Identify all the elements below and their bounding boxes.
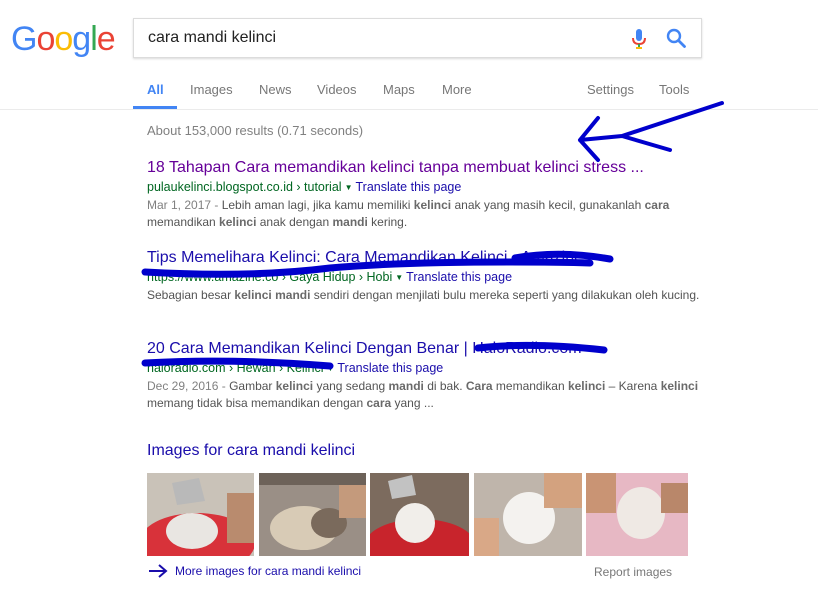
tab-more[interactable]: More [442,82,472,97]
result-url: haloradio.com › Hewan › Kelinci ▼ Translat… [147,359,707,378]
rabbit-thumbnail[interactable] [586,473,688,556]
snippet-highlight: kelinci [567,379,606,393]
result-date: Dec 29, 2016 - [147,379,230,393]
translate-link[interactable]: Translate this page [406,270,512,284]
result-stats: About 153,000 results (0.71 seconds) [147,123,364,138]
report-images-link[interactable]: Report images [594,565,672,579]
tab-videos[interactable]: Videos [317,82,357,97]
rabbit-thumbnail[interactable] [370,473,469,556]
search-result: 20 Cara Memandikan Kelinci Dengan Benar … [147,339,707,412]
annotation-arrow-icon [578,101,724,162]
tab-settings[interactable]: Settings [587,82,634,97]
active-tab-indicator [133,106,177,109]
result-url-text: pulaukelinci.blogspot.co.id › tutorial [147,180,342,194]
snippet-text: memang tidak bisa memandikan dengan [147,396,367,410]
more-images-label: More images for cara mandi kelinci [175,564,362,578]
translate-link[interactable]: Translate this page [337,361,443,375]
more-images-link[interactable]: More images for cara mandi kelinci [147,564,361,578]
rabbit-thumbnail[interactable] [259,473,366,556]
snippet-highlight: mandi [332,215,368,229]
logo-letter: o [54,20,73,58]
snippet-highlight: cara [644,198,670,212]
dropdown-arrow-icon[interactable]: ▼ [326,364,334,373]
search-input[interactable] [148,29,608,47]
snippet-text: yang ... [391,396,434,410]
logo-letter: e [96,20,116,58]
snippet-highlight: cara [366,396,392,410]
search-box [133,18,702,58]
tab-tools[interactable]: Tools [659,82,689,97]
image-thumbnails [147,473,688,556]
snippet-text: sendiri dengan menjilati bulu mereka sep… [310,288,700,302]
snippet-highlight: kelinci [660,379,699,393]
result-snippet: Mar 1, 2017 - Lebih aman lagi, jika kamu… [147,197,707,231]
snippet-text: memandikan [147,215,220,229]
rabbit-thumbnail[interactable] [147,473,254,556]
snippet-text: Lebih aman lagi, jika kamu memiliki [221,198,414,212]
images-heading-link[interactable]: Images for cara mandi kelinci [147,442,355,460]
result-url-text: haloradio.com › Hewan › Kelinci [147,361,324,375]
snippet-highlight: kelinci [413,198,452,212]
logo-letter: g [72,20,91,58]
snippet-text: yang sedang [313,379,389,393]
tab-news[interactable]: News [259,82,292,97]
snippet-highlight: kelinci [275,379,314,393]
rabbit-thumbnail[interactable] [474,473,582,556]
result-title-link[interactable]: 18 Tahapan Cara memandikan kelinci tanpa… [147,158,707,178]
logo-letter: G [11,20,37,58]
snippet-highlight: kelinci [219,215,257,229]
dropdown-arrow-icon[interactable]: ▼ [395,273,403,282]
arrow-right-icon [149,564,168,578]
snippet-text: anak yang masih kecil, gunakanlah [451,198,645,212]
tab-maps[interactable]: Maps [383,82,415,97]
result-snippet: Dec 29, 2016 - Gambar kelinci yang sedan… [147,378,707,412]
search-result: 18 Tahapan Cara memandikan kelinci tanpa… [147,158,707,231]
snippet-highlight: mandi [388,379,424,393]
microphone-icon[interactable] [629,28,649,50]
result-url-text: https://www.amazine.co › Gaya Hidup › Ho… [147,270,393,284]
tab-images[interactable]: Images [190,82,233,97]
logo-letter: o [36,20,55,58]
snippet-highlight: Cara [465,379,493,393]
search-result: Tips Memelihara Kelinci: Cara Memandikan… [147,248,707,304]
snippet-text: Sebagian besar [147,288,235,302]
snippet-text: – Karena [605,379,661,393]
search-icon[interactable] [665,27,687,49]
result-date: Mar 1, 2017 - [147,198,222,212]
header: Google All Images News Videos Maps More … [0,0,818,110]
result-url: https://www.amazine.co › Gaya Hidup › Ho… [147,268,707,287]
result-title-link[interactable]: 20 Cara Memandikan Kelinci Dengan Benar … [147,339,707,359]
snippet-text: di bak. [423,379,466,393]
search-tabs: All Images News Videos Maps More Setting… [133,76,818,110]
google-logo[interactable]: Google [11,20,116,58]
result-url: pulaukelinci.blogspot.co.id › tutorial ▼ T… [147,178,707,197]
dropdown-arrow-icon[interactable]: ▼ [345,183,353,192]
snippet-text: kering. [367,215,408,229]
tab-all[interactable]: All [147,82,164,97]
translate-link[interactable]: Translate this page [355,180,461,194]
result-snippet: Sebagian besar kelinci mandi sendiri den… [147,287,707,304]
result-title-link[interactable]: Tips Memelihara Kelinci: Cara Memandikan… [147,248,707,268]
snippet-text: anak dengan [256,215,333,229]
snippet-text: memandikan [492,379,568,393]
snippet-text: Gambar [229,379,276,393]
snippet-highlight: kelinci mandi [234,288,311,302]
